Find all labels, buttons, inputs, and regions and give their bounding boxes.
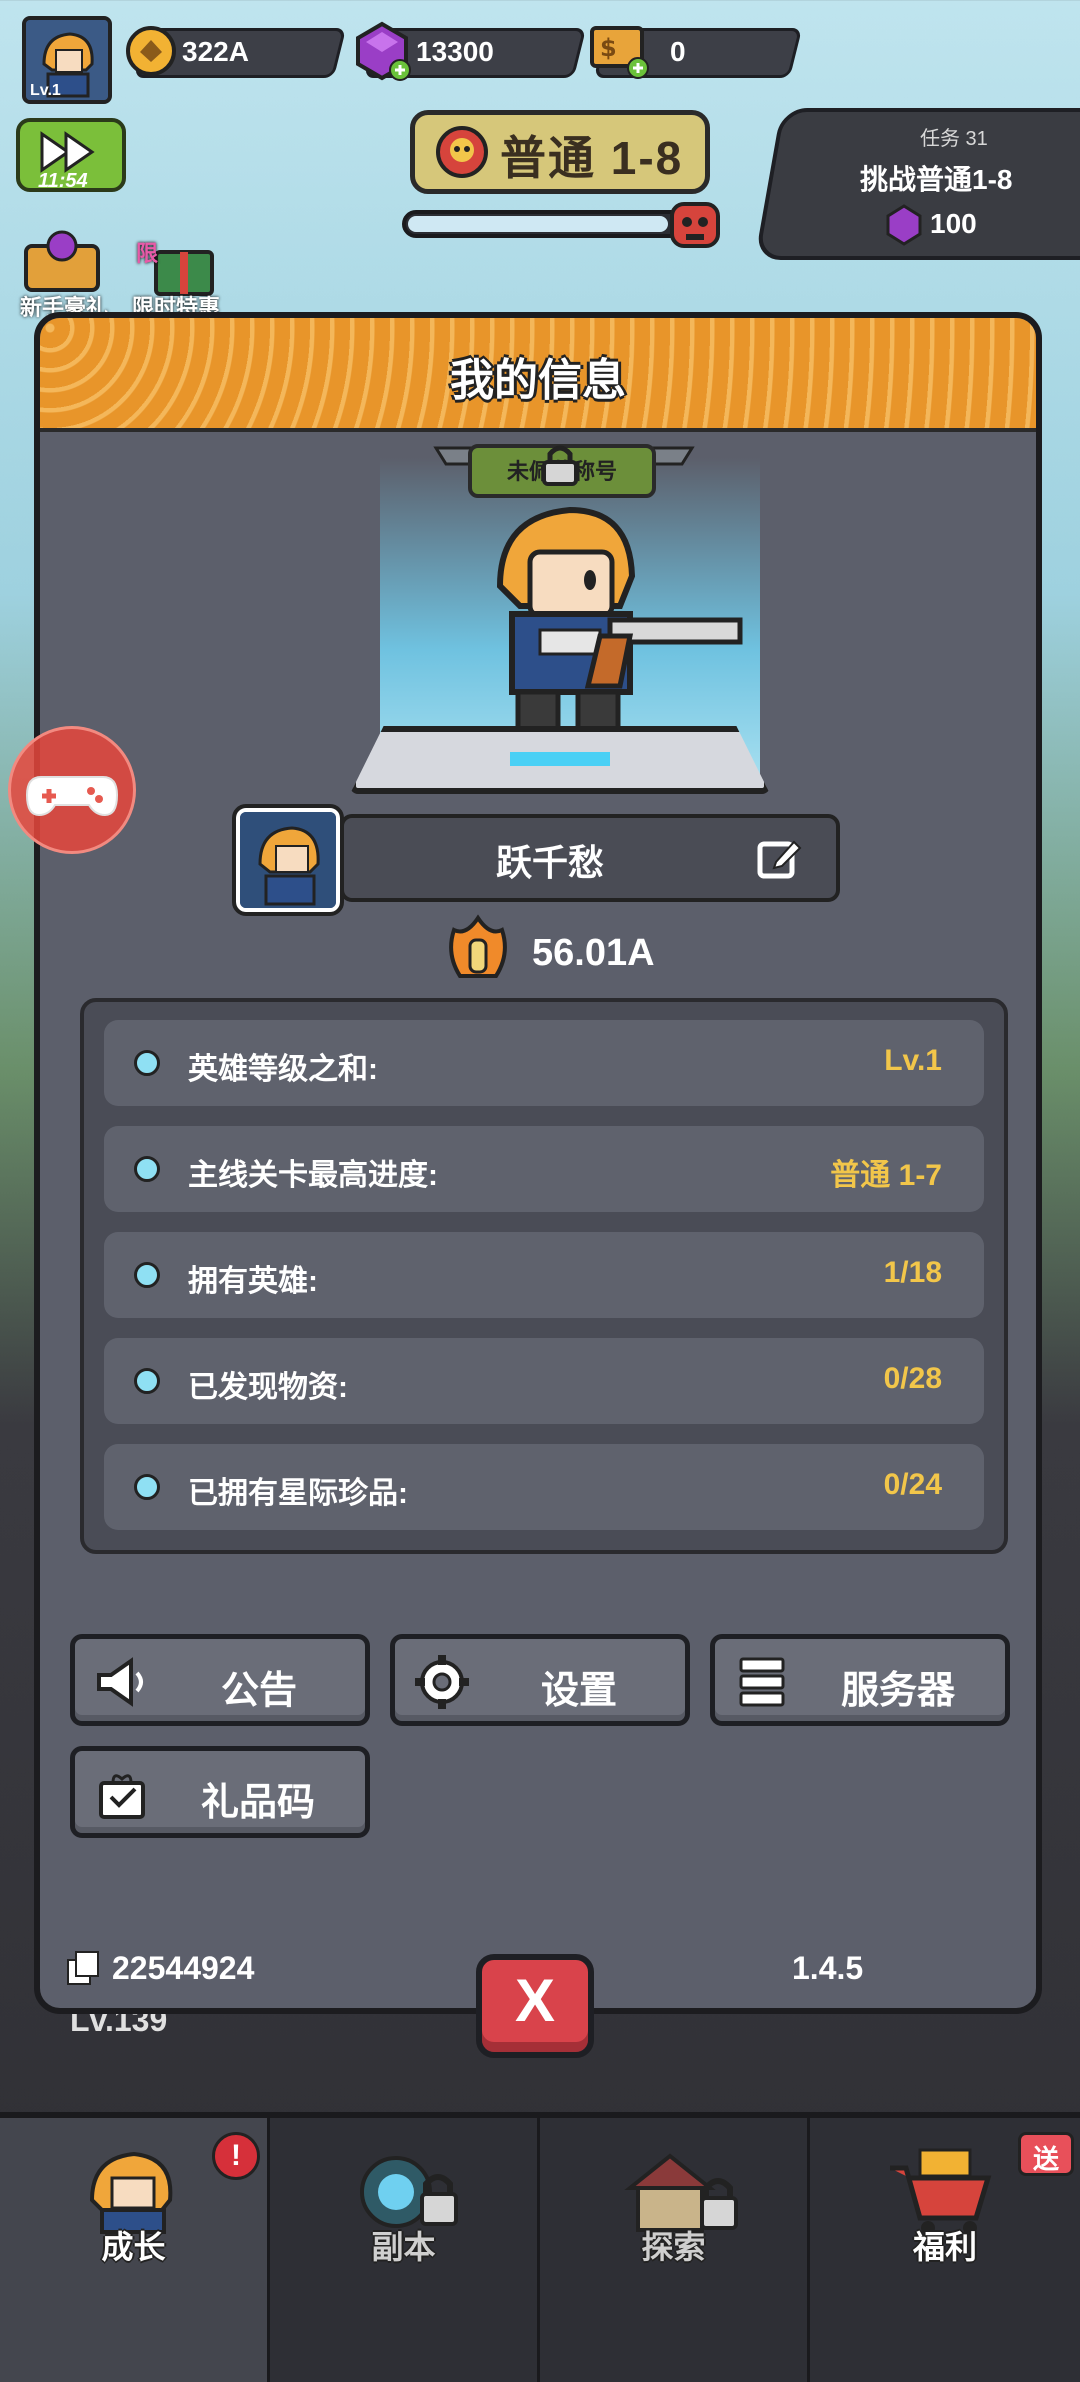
stat-label: 已拥有星际珍品: bbox=[188, 1477, 408, 1510]
server-button[interactable]: 服务器 bbox=[710, 1634, 1010, 1726]
alert-badge: ! bbox=[212, 2132, 260, 2180]
stat-row-hero-level: 英雄等级之和: Lv.1 bbox=[104, 1020, 984, 1106]
tab-growth-label: 成长 bbox=[101, 2229, 166, 2265]
settings-label: 设置 bbox=[541, 1670, 618, 1712]
player-name: 跃千愁 bbox=[495, 842, 604, 883]
ticket-amount: 0 bbox=[670, 36, 686, 67]
stat-value: Lv.1 bbox=[884, 1044, 942, 1077]
newbie-gift-icon[interactable] bbox=[18, 226, 106, 296]
stat-value: 0/28 bbox=[883, 1362, 942, 1395]
bullet-dot-icon bbox=[134, 1262, 160, 1288]
alert-icon: ! bbox=[231, 2139, 241, 2172]
stat-label: 拥有英雄: bbox=[188, 1265, 318, 1298]
announcement-label: 公告 bbox=[221, 1670, 298, 1712]
gift-box-icon bbox=[99, 1774, 145, 1819]
bullet-dot-icon bbox=[134, 1368, 160, 1394]
tab-welfare[interactable]: 福利 送 bbox=[810, 2118, 1080, 2382]
stage-label: 普通 1-8 bbox=[500, 132, 684, 184]
stat-label: 英雄等级之和: bbox=[188, 1053, 378, 1086]
close-icon[interactable]: X bbox=[476, 1966, 594, 2035]
stat-label: 已发现物资: bbox=[188, 1371, 348, 1404]
player-level: Lv.1 bbox=[30, 82, 61, 99]
announcement-button[interactable]: 公告 bbox=[70, 1634, 370, 1726]
stats-panel: 英雄等级之和: Lv.1 主线关卡最高进度: 普通 1-7 拥有英雄: 1/18… bbox=[80, 998, 1008, 1554]
task-number: 任务 31 bbox=[920, 128, 988, 150]
stage-progress-fill bbox=[408, 216, 668, 232]
gem-amount: 13300 bbox=[416, 36, 494, 67]
player-name-avatar[interactable] bbox=[232, 804, 344, 916]
tab-welfare-label: 福利 bbox=[912, 2229, 977, 2265]
tab-growth[interactable]: 成长 ! bbox=[0, 2118, 270, 2382]
player-avatar[interactable]: Lv.1 bbox=[22, 16, 112, 104]
stat-row-materials: 已发现物资: 0/28 bbox=[104, 1338, 984, 1424]
tab-explore[interactable]: 探索 bbox=[540, 2118, 810, 2382]
stat-row-heroes-owned: 拥有英雄: 1/18 bbox=[104, 1232, 984, 1318]
stat-row-treasures: 已拥有星际珍品: 0/24 bbox=[104, 1444, 984, 1530]
gem-icon bbox=[886, 204, 922, 246]
combat-power-value: 56.01A bbox=[532, 932, 655, 974]
bottom-nav: 成长 ! 副本 探索 福利 送 bbox=[0, 2112, 1080, 2382]
bullet-dot-icon bbox=[134, 1156, 160, 1182]
stat-row-main-progress: 主线关卡最高进度: 普通 1-7 bbox=[104, 1126, 984, 1212]
gift-code-label: 礼品码 bbox=[201, 1782, 316, 1824]
gear-icon bbox=[415, 1655, 469, 1709]
task-reward: 100 bbox=[930, 208, 977, 239]
edit-name-icon[interactable] bbox=[754, 836, 802, 882]
game-version: 1.4.5 bbox=[792, 1950, 864, 1986]
gift-code-button[interactable]: 礼品码 bbox=[70, 1746, 370, 1838]
combat-power-icon bbox=[449, 914, 507, 978]
lock-icon bbox=[542, 445, 578, 486]
hero-sprite-icon bbox=[496, 506, 743, 735]
settings-button[interactable]: 设置 bbox=[390, 1634, 690, 1726]
gold-amount: 322A bbox=[182, 36, 249, 67]
server-label: 服务器 bbox=[841, 1670, 956, 1712]
tab-dungeon[interactable]: 副本 bbox=[270, 2118, 540, 2382]
stat-value: 1/18 bbox=[883, 1256, 942, 1289]
stat-label: 主线关卡最高进度: bbox=[188, 1159, 438, 1192]
bullet-dot-icon bbox=[134, 1474, 160, 1500]
gift-badge-text: 送 bbox=[1032, 2144, 1059, 2174]
skull-icon bbox=[436, 126, 488, 178]
bullet-dot-icon bbox=[134, 1050, 160, 1076]
stat-value: 0/24 bbox=[883, 1468, 942, 1501]
svg-text:$: $ bbox=[600, 34, 617, 62]
tab-dungeon-label: 副本 bbox=[371, 2229, 436, 2265]
gem-add-icon[interactable] bbox=[352, 20, 412, 82]
server-icon bbox=[739, 1657, 785, 1707]
task-title: 挑战普通1-8 bbox=[860, 164, 1013, 195]
boss-skull-icon bbox=[670, 202, 720, 248]
gamepad-icon bbox=[25, 776, 119, 817]
megaphone-icon bbox=[97, 1657, 143, 1707]
ticket-add-icon[interactable]: $ bbox=[586, 22, 650, 80]
stage-progress-bar bbox=[402, 210, 692, 238]
hero-portrait-icon bbox=[240, 812, 336, 908]
fast-forward-timer: 11:54 bbox=[38, 170, 88, 192]
copy-icon[interactable] bbox=[64, 1948, 104, 1988]
gift-badge: 送 bbox=[1018, 2132, 1074, 2176]
hero-portrait-icon bbox=[89, 2151, 173, 2234]
stat-value: 普通 1-7 bbox=[830, 1159, 942, 1192]
tab-explore-label: 探索 bbox=[641, 2229, 706, 2265]
floating-gamepad-button[interactable] bbox=[8, 726, 136, 854]
gold-coin-icon bbox=[126, 26, 176, 76]
player-info-modal: 我的信息 未佩戴称号 跃千愁 bbox=[34, 312, 1042, 2014]
player-uid[interactable]: 22544924 bbox=[112, 1950, 254, 1987]
limited-badge: 限 bbox=[136, 241, 159, 266]
platform-glow bbox=[510, 752, 610, 766]
modal-title: 我的信息 bbox=[450, 356, 626, 405]
